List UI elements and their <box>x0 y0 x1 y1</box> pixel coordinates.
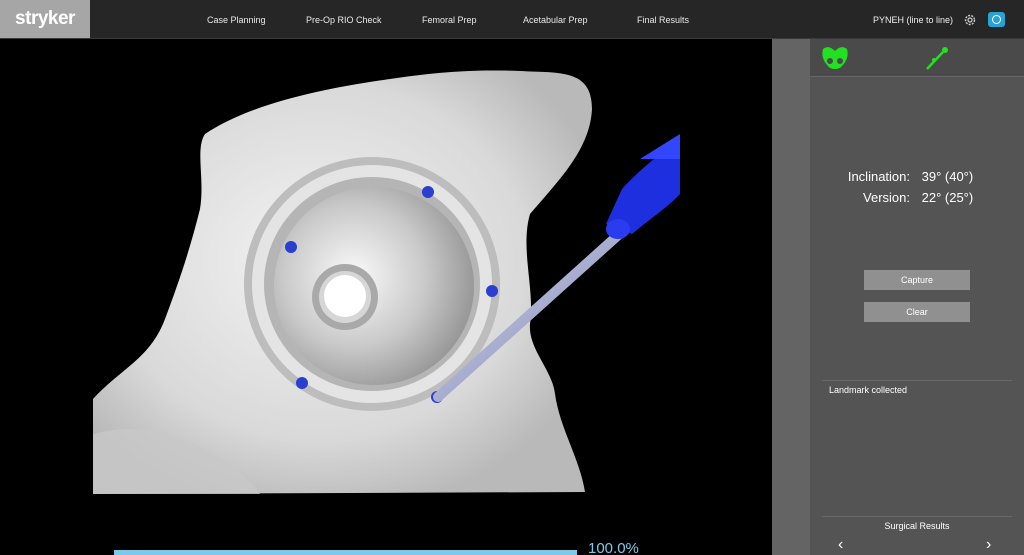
stryker-logo: stryker <box>0 0 90 38</box>
progress-bar <box>114 550 577 555</box>
gear-icon[interactable] <box>963 13 977 27</box>
landmark-point <box>486 285 498 297</box>
panel-icon-bar <box>810 39 1024 77</box>
3d-viewport[interactable]: 100.0% <box>0 39 772 555</box>
status-message: Landmark collected <box>829 385 908 395</box>
right-panel: Inclination: 39° (40°) Version: 22° (25°… <box>810 39 1024 555</box>
surgical-results-title: Surgical Results <box>884 521 950 531</box>
prev-arrow-icon[interactable]: ‹ <box>838 536 843 554</box>
acetabulum-render <box>93 70 680 494</box>
pelvis-icon[interactable] <box>820 44 850 72</box>
tab-acetabular-prep[interactable]: Acetabular Prep <box>523 0 588 38</box>
panel-divider <box>772 39 810 555</box>
inclination-value: 39° (40°) <box>921 169 974 184</box>
camera-icon[interactable] <box>988 12 1005 27</box>
panel-separator <box>822 516 1012 517</box>
panel-separator <box>822 380 1012 381</box>
progress-label: 100.0% <box>588 540 639 555</box>
case-user-label: PYNEH (line to line) <box>873 15 954 25</box>
tab-femoral-prep[interactable]: Femoral Prep <box>422 0 477 38</box>
probe-handle <box>606 134 680 239</box>
inclination-label: Inclination: <box>847 169 910 184</box>
version-label: Version: <box>863 190 910 205</box>
landmark-point <box>285 241 297 253</box>
tab-final-results[interactable]: Final Results <box>637 0 689 38</box>
landmark-point <box>296 377 308 389</box>
landmark-point <box>422 186 434 198</box>
version-row: Version: 22° (25°) <box>826 190 973 205</box>
inclination-row: Inclination: 39° (40°) <box>826 169 973 184</box>
version-value: 22° (25°) <box>921 190 974 205</box>
clear-button[interactable]: Clear <box>864 302 970 322</box>
top-bar: stryker Case Planning Pre-Op RIO Check F… <box>0 0 1024 39</box>
next-arrow-icon[interactable]: › <box>986 536 991 554</box>
capture-button[interactable]: Capture <box>864 270 970 290</box>
tab-pre-op-rio-check[interactable]: Pre-Op RIO Check <box>306 0 382 38</box>
probe-tool-icon[interactable] <box>922 44 952 72</box>
tab-case-planning[interactable]: Case Planning <box>207 0 266 38</box>
